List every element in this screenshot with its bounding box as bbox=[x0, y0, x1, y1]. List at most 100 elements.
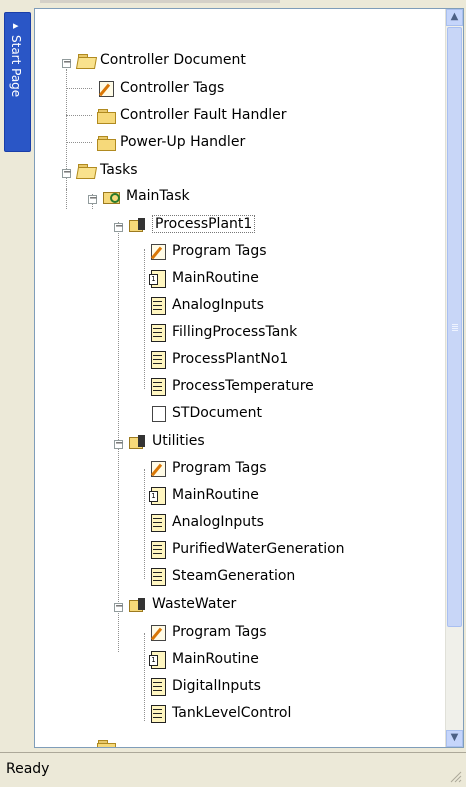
tree-item-routine[interactable]: AnalogInputs bbox=[149, 512, 264, 532]
tree-item-label: Program Tags bbox=[172, 624, 267, 640]
tree-item-routine[interactable]: STDocument bbox=[149, 403, 262, 423]
tree-item-label: Program Tags bbox=[172, 243, 267, 259]
controller-organizer-tree[interactable]: − Controller Document Controller Tags Co… bbox=[34, 8, 464, 748]
side-tab-bar: ▸ Start Page bbox=[0, 8, 34, 748]
program-icon bbox=[129, 433, 147, 449]
collapse-button[interactable]: − bbox=[114, 439, 123, 449]
tree-guide bbox=[144, 249, 145, 389]
tree-item-label: Power-Up Handler bbox=[120, 134, 246, 150]
tree-item-routine[interactable]: ProcessPlantNo1 bbox=[149, 349, 288, 369]
tree-item-label: MainRoutine bbox=[172, 487, 259, 503]
program-icon bbox=[129, 596, 147, 612]
tree-item-routine[interactable]: FillingProcessTank bbox=[149, 322, 297, 342]
ladder-routine-icon bbox=[149, 351, 167, 369]
tree-item-main-routine[interactable]: 1 MainRoutine bbox=[149, 649, 259, 669]
tree-guide bbox=[66, 189, 67, 209]
expand-arrow-icon: ▸ bbox=[13, 19, 19, 32]
resize-grip-icon[interactable] bbox=[450, 771, 462, 783]
tree-item-routine[interactable]: TankLevelControl bbox=[149, 703, 291, 723]
tree-item-label: Controller Document bbox=[100, 52, 246, 68]
tree-item-label: ProcessTemperature bbox=[172, 378, 314, 394]
tree-item-label: WasteWater bbox=[152, 596, 237, 612]
status-bar: Ready bbox=[0, 752, 466, 787]
tree-item-controller-tags[interactable]: Controller Tags bbox=[97, 78, 224, 98]
tree-guide bbox=[118, 222, 119, 652]
tree-item-program[interactable]: Utilities bbox=[129, 431, 205, 451]
tree-item-label: STDocument bbox=[172, 405, 262, 421]
tree-item-program[interactable]: WasteWater bbox=[129, 594, 236, 614]
collapse-button[interactable]: − bbox=[114, 602, 123, 612]
tree-item-routine[interactable]: AnalogInputs bbox=[149, 295, 264, 315]
tree-guide bbox=[66, 142, 92, 143]
start-page-tab[interactable]: ▸ Start Page bbox=[4, 12, 31, 152]
tree-item-program[interactable]: ProcessPlant1 bbox=[129, 214, 256, 234]
ladder-routine-icon bbox=[149, 705, 167, 723]
tags-icon bbox=[149, 460, 167, 477]
program-icon bbox=[129, 216, 147, 232]
tree-item-label: Program Tags bbox=[172, 460, 267, 476]
tree-item-label: Utilities bbox=[152, 433, 205, 449]
main-routine-icon: 1 bbox=[149, 487, 167, 505]
ladder-routine-icon bbox=[149, 324, 167, 342]
folder-icon bbox=[97, 738, 116, 747]
tree-item-label: TankLevelControl bbox=[172, 705, 292, 721]
collapse-button[interactable]: − bbox=[88, 194, 97, 204]
scroll-down-button[interactable]: ▼ bbox=[446, 730, 463, 747]
tree-item-label: MainTask bbox=[126, 188, 190, 204]
tree-item-program-tags[interactable]: Program Tags bbox=[149, 622, 267, 642]
top-divider bbox=[40, 0, 280, 3]
tree-item-label: AnalogInputs bbox=[172, 514, 264, 530]
tree-item-program-tags[interactable]: Program Tags bbox=[149, 458, 267, 478]
tree-guide bbox=[144, 633, 145, 721]
open-folder-icon bbox=[75, 52, 98, 69]
tags-icon bbox=[149, 243, 167, 260]
continuous-task-icon bbox=[103, 188, 121, 204]
vertical-scrollbar[interactable]: ▲ ▼ bbox=[445, 9, 463, 747]
main-routine-icon: 1 bbox=[149, 270, 167, 288]
collapse-button[interactable]: − bbox=[62, 168, 71, 178]
tree-item-routine[interactable]: ProcessTemperature bbox=[149, 376, 314, 396]
tree-item-label: SteamGeneration bbox=[172, 568, 296, 584]
tree-item-label: Tasks bbox=[100, 162, 138, 178]
tree-item-label: DigitalInputs bbox=[172, 678, 261, 694]
collapse-button[interactable]: − bbox=[62, 58, 71, 68]
ladder-routine-icon bbox=[149, 568, 167, 586]
scroll-up-button[interactable]: ▲ bbox=[446, 9, 463, 26]
collapse-button[interactable]: − bbox=[114, 222, 123, 232]
tree-item-tasks[interactable]: Tasks bbox=[75, 160, 138, 180]
main-routine-icon: 1 bbox=[149, 651, 167, 669]
tree-item-partial bbox=[97, 736, 120, 747]
tree-item-main-task[interactable]: MainTask bbox=[103, 186, 190, 206]
tree-item-main-routine[interactable]: 1 MainRoutine bbox=[149, 485, 259, 505]
ladder-routine-icon bbox=[149, 378, 167, 396]
tags-icon bbox=[97, 80, 115, 97]
tree-item-label: Controller Tags bbox=[120, 80, 225, 96]
ladder-routine-icon bbox=[149, 297, 167, 315]
status-text: Ready bbox=[6, 761, 50, 777]
structured-text-icon bbox=[149, 405, 167, 422]
tree-item-main-routine[interactable]: 1 MainRoutine bbox=[149, 268, 259, 288]
open-folder-icon bbox=[75, 162, 98, 179]
tree-item-label: Controller Fault Handler bbox=[120, 107, 287, 123]
tree-guide bbox=[66, 88, 92, 89]
tree-item-label: PurifiedWaterGeneration bbox=[172, 541, 345, 557]
tree-item-label: MainRoutine bbox=[172, 270, 259, 286]
scroll-thumb[interactable] bbox=[447, 27, 462, 627]
tree-guide bbox=[144, 469, 145, 579]
tree-item-routine[interactable]: PurifiedWaterGeneration bbox=[149, 539, 345, 559]
tree-guide bbox=[66, 115, 92, 116]
folder-icon bbox=[97, 107, 116, 124]
tree-item-controller-document[interactable]: Controller Document bbox=[75, 50, 246, 70]
arrow-up-icon: ▲ bbox=[450, 11, 459, 22]
tree-item-power-up-handler[interactable]: Power-Up Handler bbox=[97, 132, 245, 152]
tree-item-label: ProcessPlantNo1 bbox=[172, 351, 289, 367]
ladder-routine-icon bbox=[149, 541, 167, 559]
tree-item-label: AnalogInputs bbox=[172, 297, 264, 313]
tree-item-program-tags[interactable]: Program Tags bbox=[149, 241, 267, 261]
folder-icon bbox=[97, 134, 116, 151]
tree-item-routine[interactable]: SteamGeneration bbox=[149, 566, 295, 586]
ladder-routine-icon bbox=[149, 678, 167, 696]
tree-item-controller-fault-handler[interactable]: Controller Fault Handler bbox=[97, 105, 287, 125]
tree-item-routine[interactable]: DigitalInputs bbox=[149, 676, 261, 696]
start-page-label: Start Page bbox=[9, 35, 23, 98]
